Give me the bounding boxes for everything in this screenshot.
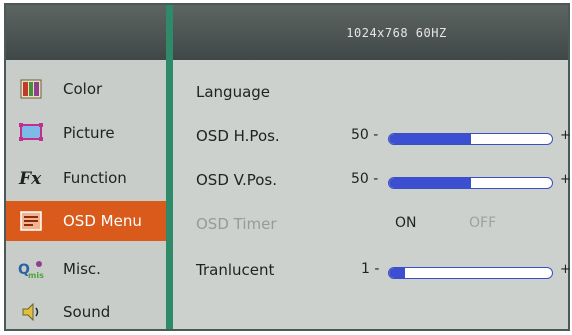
translucent-slider[interactable] [388,267,553,279]
sidebar-item-osd-menu[interactable]: OSD Menu [6,201,166,241]
setting-row-language[interactable]: Language [173,72,568,112]
sidebar-item-label: Function [63,169,127,187]
misc-icon: Q misc [17,258,45,280]
svg-text:misc: misc [28,271,44,279]
setting-label: OSD Timer [196,215,277,233]
slider-fill [389,268,406,278]
sidebar-item-label: Picture [63,124,115,142]
sidebar: Color Picture Fx Function OSD Menu Q mis… [6,5,166,329]
sidebar-item-color[interactable]: Color [6,69,166,109]
monitor-icon [17,122,45,144]
sidebar-item-misc[interactable]: Q misc Misc. [6,249,166,289]
setting-row-timer[interactable]: OSD Timer ON OFF [173,204,568,244]
svg-text:Fx: Fx [18,169,42,188]
sidebar-header [6,5,166,60]
sidebar-item-picture[interactable]: Picture [6,113,166,153]
setting-label: Tranlucent [196,261,275,279]
v-pos-slider[interactable] [388,177,553,189]
timer-off-option[interactable]: OFF [469,215,496,231]
plus-sign: + [560,172,571,187]
sidebar-item-label: OSD Menu [63,212,142,230]
slider-fill [389,134,471,144]
setting-row-h-pos[interactable]: OSD H.Pos. 50 - + [173,116,571,156]
status-header: 1024x768 60HZ [173,5,568,60]
h-pos-slider[interactable] [388,133,553,145]
resolution-readout: 1024x768 60HZ [346,25,447,40]
slider-fill [389,178,471,188]
sidebar-item-label: Color [63,80,103,98]
color-bars-icon [17,78,45,100]
osd-menu-icon [17,210,45,232]
setting-label: OSD H.Pos. [196,127,280,145]
panel-divider [166,5,173,329]
sidebar-item-label: Misc. [63,260,101,278]
setting-label: Language [196,83,271,101]
plus-sign: + [560,128,571,143]
sidebar-item-function[interactable]: Fx Function [6,158,166,198]
sidebar-item-label: Sound [63,303,111,321]
speaker-icon [17,301,45,323]
setting-value: 50 - [351,127,379,143]
settings-panel: 1024x768 60HZ Language OSD H.Pos. 50 - +… [173,5,571,329]
timer-on-option[interactable]: ON [395,215,417,231]
setting-label: OSD V.Pos. [196,171,278,189]
setting-row-translucent[interactable]: Tranlucent 1 - + [173,250,571,290]
fx-icon: Fx [17,167,45,189]
osd-menu-window: Color Picture Fx Function OSD Menu Q mis… [4,3,571,331]
plus-sign: + [560,262,571,277]
setting-row-v-pos[interactable]: OSD V.Pos. 50 - + [173,160,571,200]
setting-value: 50 - [351,171,379,187]
sidebar-item-sound[interactable]: Sound [6,292,166,332]
